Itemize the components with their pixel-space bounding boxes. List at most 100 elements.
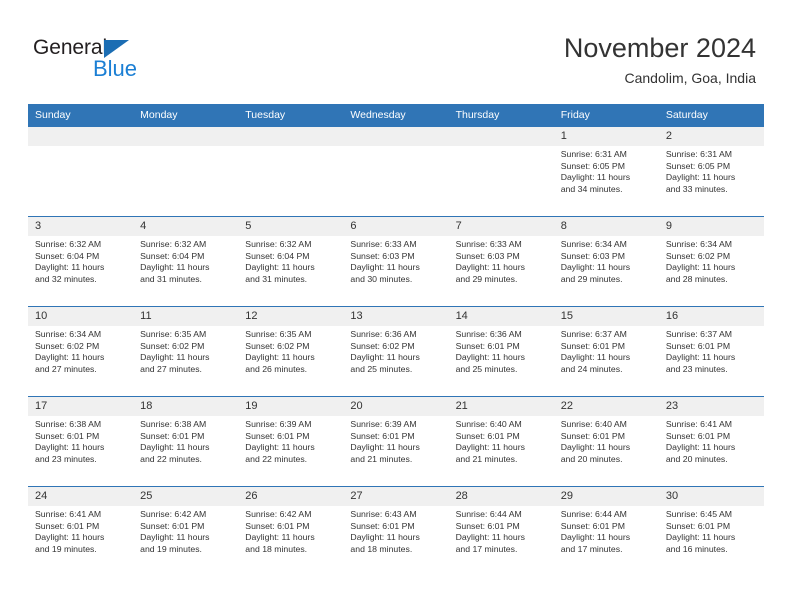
day-detail-line: and 16 minutes. [665, 543, 728, 554]
calendar-day-cell[interactable]: 14 Sunrise: 6:36 AM Sunset: 6:01 PM Dayligh… [448, 306, 554, 397]
day-detail-line: Sunrise: 6:34 AM [35, 329, 102, 339]
calendar-day-cell[interactable]: 3 Sunrise: 6:32 AM Sunset: 6:04 PM Daylight… [28, 216, 134, 307]
calendar-day-cell[interactable]: 4 Sunrise: 6:32 AM Sunset: 6:04 PM Daylight… [133, 216, 239, 307]
day-number: 12 [238, 307, 344, 326]
day-number [133, 127, 239, 146]
day-detail-line: Sunset: 6:05 PM [560, 160, 625, 171]
day-detail-line: Sunset: 6:03 PM [350, 250, 415, 261]
day-number [28, 127, 134, 146]
calendar-day-cell[interactable]: 18 Sunrise: 6:38 AM Sunset: 6:01 PM Dayligh… [133, 396, 239, 487]
calendar-day-cell[interactable]: 6 Sunrise: 6:33 AM Sunset: 6:03 PM Daylight… [343, 216, 449, 307]
calendar-week-row: 3 Sunrise: 6:32 AM Sunset: 6:04 PM Daylight… [28, 216, 764, 307]
day-number: 16 [658, 307, 764, 326]
day-detail-line: Sunset: 6:01 PM [455, 340, 520, 351]
day-details: Sunrise: 6:41 AM Sunset: 6:01 PM Daylight:… [659, 416, 764, 465]
day-number: 17 [28, 397, 134, 416]
day-number: 28 [448, 487, 554, 506]
calendar-day-cell[interactable]: 1 Sunrise: 6:31 AM Sunset: 6:05 PM Daylight… [553, 126, 659, 217]
calendar-day-cell[interactable]: 15 Sunrise: 6:37 AM Sunset: 6:01 PM Dayligh… [553, 306, 659, 397]
day-detail-line: and 19 minutes. [140, 543, 202, 554]
day-detail-line: Sunset: 6:01 PM [35, 430, 100, 441]
day-number: 22 [553, 397, 659, 416]
day-detail-line: Daylight: 11 hours [245, 442, 315, 453]
calendar-day-cell[interactable]: 24 Sunrise: 6:41 AM Sunset: 6:01 PM Dayligh… [28, 486, 134, 577]
day-detail-line: Sunset: 6:01 PM [560, 430, 625, 441]
day-number: 2 [658, 127, 764, 146]
day-number: 9 [658, 217, 764, 236]
day-details: Sunrise: 6:39 AM Sunset: 6:01 PM Daylight:… [238, 416, 343, 465]
calendar-day-cell[interactable]: 8 Sunrise: 6:34 AM Sunset: 6:03 PM Daylight… [553, 216, 659, 307]
day-detail-line: and 25 minutes. [455, 363, 518, 374]
calendar-day-cell[interactable]: 12 Sunrise: 6:35 AM Sunset: 6:02 PM Dayligh… [238, 306, 344, 397]
day-number: 11 [133, 307, 239, 326]
calendar-day-cell[interactable]: 13 Sunrise: 6:36 AM Sunset: 6:02 PM Dayligh… [343, 306, 449, 397]
day-number: 19 [238, 397, 344, 416]
day-detail-line: Sunrise: 6:33 AM [350, 239, 417, 249]
calendar-day-cell-empty [133, 126, 239, 217]
day-detail-line: Daylight: 11 hours [140, 262, 210, 273]
day-detail-line: Sunrise: 6:44 AM [560, 509, 627, 519]
calendar-week-row: 10 Sunrise: 6:34 AM Sunset: 6:02 PM Dayligh… [28, 306, 764, 397]
calendar-day-cell[interactable]: 10 Sunrise: 6:34 AM Sunset: 6:02 PM Dayligh… [28, 306, 134, 397]
calendar-day-cell[interactable]: 19 Sunrise: 6:39 AM Sunset: 6:01 PM Dayligh… [238, 396, 344, 487]
calendar-grid: Sunday Monday Tuesday Wednesday Thursday Frid… [28, 104, 764, 577]
day-detail-line: Sunset: 6:03 PM [455, 250, 520, 261]
day-detail-line: Daylight: 11 hours [560, 352, 631, 363]
day-number: 4 [133, 217, 239, 236]
day-detail-line: Sunrise: 6:41 AM [665, 419, 733, 429]
day-detail-line: Sunrise: 6:31 AM [665, 149, 733, 159]
calendar-day-cell[interactable]: 26 Sunrise: 6:42 AM Sunset: 6:01 PM Dayligh… [238, 486, 344, 577]
calendar-week-row: 1 Sunrise: 6:31 AM Sunset: 6:05 PM Daylight… [28, 126, 764, 217]
day-detail-line: Sunset: 6:02 PM [350, 340, 415, 351]
day-detail-line: Daylight: 11 hours [455, 352, 525, 363]
calendar-day-cell[interactable]: 29 Sunrise: 6:44 AM Sunset: 6:01 PM Dayligh… [553, 486, 659, 577]
calendar-day-cell[interactable]: 20 Sunrise: 6:39 AM Sunset: 6:01 PM Dayligh… [343, 396, 449, 487]
day-detail-line: Sunrise: 6:38 AM [35, 419, 102, 429]
day-detail-line: Sunrise: 6:38 AM [140, 419, 207, 429]
day-number: 24 [28, 487, 134, 506]
day-detail-line: Sunset: 6:01 PM [665, 520, 731, 531]
day-detail-line: and 21 minutes. [350, 453, 413, 464]
day-details: Sunrise: 6:37 AM Sunset: 6:01 PM Daylight:… [554, 326, 659, 375]
day-detail-line: Sunrise: 6:35 AM [245, 329, 312, 339]
day-detail-line: Sunrise: 6:37 AM [560, 329, 627, 339]
day-detail-line: Daylight: 11 hours [140, 352, 210, 363]
weekday-header-row: Sunday Monday Tuesday Wednesday Thursday Frid… [28, 104, 764, 127]
day-detail-line: Sunrise: 6:32 AM [245, 239, 312, 249]
day-detail-line: and 21 minutes. [455, 453, 518, 464]
day-details: Sunrise: 6:37 AM Sunset: 6:01 PM Daylight:… [659, 326, 764, 375]
calendar-day-cell[interactable]: 16 Sunrise: 6:37 AM Sunset: 6:01 PM Dayligh… [658, 306, 764, 397]
day-detail-line: and 19 minutes. [35, 543, 97, 554]
day-detail-line: and 30 minutes. [350, 273, 413, 284]
calendar-day-cell[interactable]: 17 Sunrise: 6:38 AM Sunset: 6:01 PM Dayligh… [28, 396, 134, 487]
calendar-day-cell[interactable]: 7 Sunrise: 6:33 AM Sunset: 6:03 PM Daylight… [448, 216, 554, 307]
day-details: Sunrise: 6:36 AM Sunset: 6:01 PM Daylight:… [449, 326, 554, 375]
day-details: Sunrise: 6:36 AM Sunset: 6:02 PM Daylight:… [343, 326, 448, 375]
calendar-week-row: 24 Sunrise: 6:41 AM Sunset: 6:01 PM Dayligh… [28, 486, 764, 577]
calendar-day-cell[interactable]: 27 Sunrise: 6:43 AM Sunset: 6:01 PM Dayligh… [343, 486, 449, 577]
day-detail-line: and 32 minutes. [35, 273, 97, 284]
calendar-day-cell-empty [343, 126, 449, 217]
day-detail-line: Daylight: 11 hours [35, 442, 105, 453]
day-detail-line: Sunset: 6:04 PM [140, 250, 205, 261]
calendar-day-cell[interactable]: 5 Sunrise: 6:32 AM Sunset: 6:04 PM Daylight… [238, 216, 344, 307]
calendar-day-cell[interactable]: 23 Sunrise: 6:41 AM Sunset: 6:01 PM Dayligh… [658, 396, 764, 487]
calendar-day-cell[interactable]: 9 Sunrise: 6:34 AM Sunset: 6:02 PM Daylight… [658, 216, 764, 307]
day-detail-line: Sunset: 6:04 PM [245, 250, 310, 261]
general-blue-logo[interactable]: General Blue [33, 36, 213, 84]
calendar-day-cell[interactable]: 11 Sunrise: 6:35 AM Sunset: 6:02 PM Dayligh… [133, 306, 239, 397]
calendar-day-cell[interactable]: 25 Sunrise: 6:42 AM Sunset: 6:01 PM Dayligh… [133, 486, 239, 577]
day-details: Sunrise: 6:35 AM Sunset: 6:02 PM Daylight:… [133, 326, 238, 375]
calendar-day-cell[interactable]: 22 Sunrise: 6:40 AM Sunset: 6:01 PM Dayligh… [553, 396, 659, 487]
calendar-day-cell[interactable]: 2 Sunrise: 6:31 AM Sunset: 6:05 PM Daylight… [658, 126, 764, 217]
calendar-day-cell[interactable]: 28 Sunrise: 6:44 AM Sunset: 6:01 PM Dayligh… [448, 486, 554, 577]
day-number [238, 127, 344, 146]
day-detail-line: Daylight: 11 hours [560, 262, 631, 273]
day-detail-line: Sunrise: 6:39 AM [350, 419, 417, 429]
calendar-day-cell[interactable]: 30 Sunrise: 6:45 AM Sunset: 6:01 PM Dayligh… [658, 486, 764, 577]
day-detail-line: Daylight: 11 hours [665, 262, 736, 273]
calendar-day-cell[interactable]: 21 Sunrise: 6:40 AM Sunset: 6:01 PM Dayligh… [448, 396, 554, 487]
day-detail-line: Daylight: 11 hours [140, 532, 210, 543]
day-detail-line: Daylight: 11 hours [455, 442, 525, 453]
logo-text-blue: Blue [93, 56, 138, 81]
